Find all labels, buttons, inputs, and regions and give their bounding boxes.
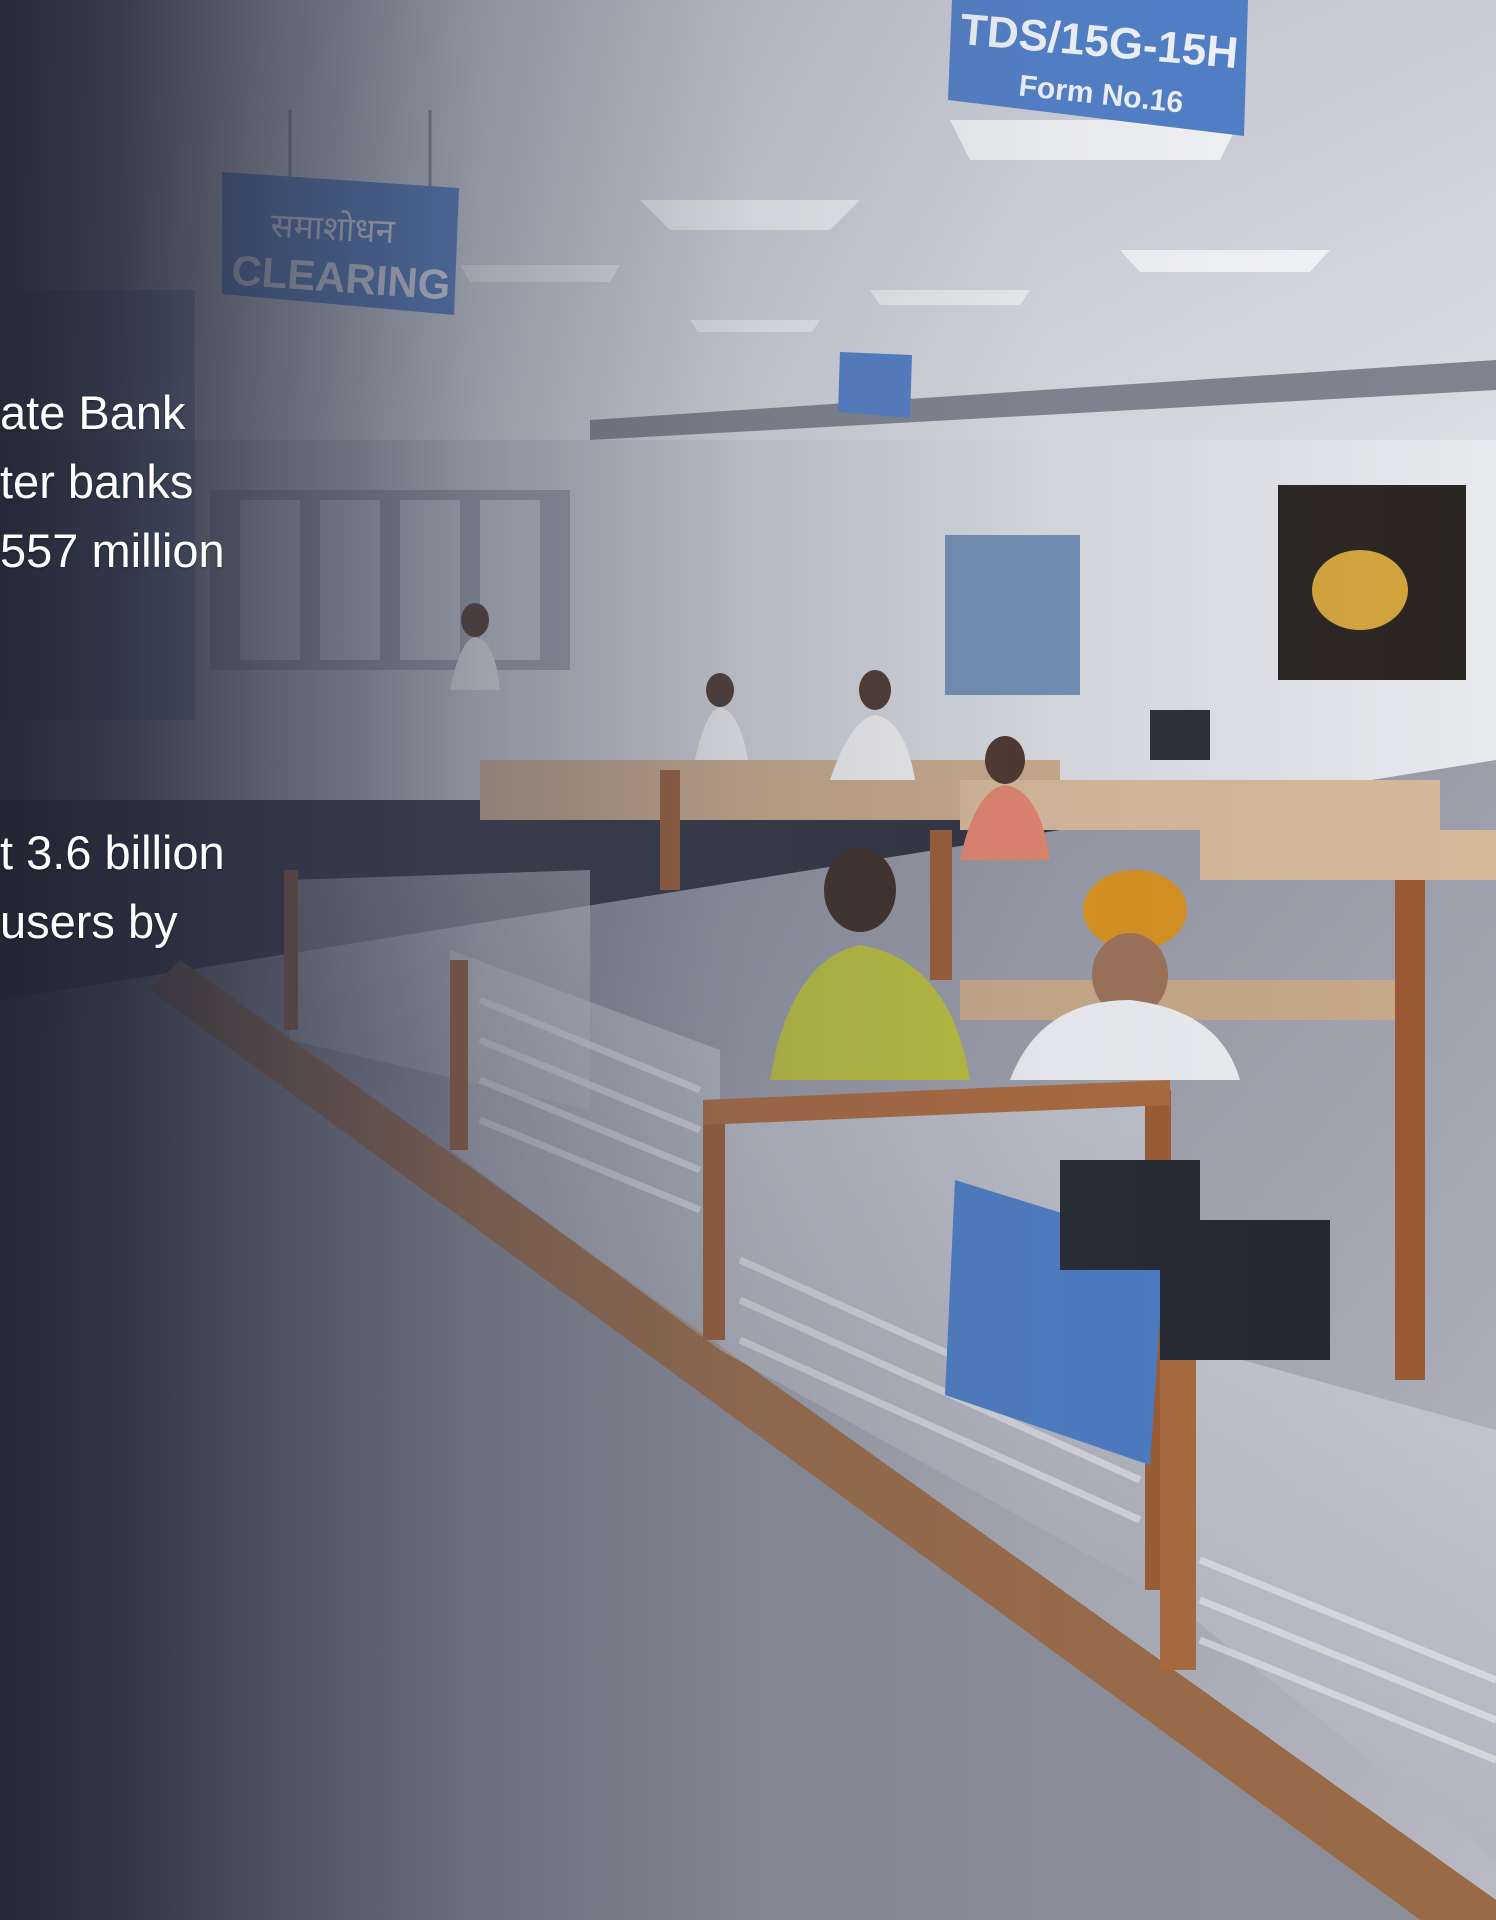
ceiling-light (460, 265, 620, 282)
ceiling-light (690, 320, 820, 332)
monitor (1160, 1220, 1330, 1360)
overlay-text-line: t 3.6 billion (0, 826, 225, 879)
overlay-text-line: users by (0, 895, 178, 948)
overlay-text-line: 557 million (0, 524, 225, 577)
ceiling-light (870, 290, 1030, 305)
ceiling-light (1120, 250, 1330, 272)
overlay-text-block-1: ate Bank ter banks 557 million (0, 378, 225, 585)
small-blue-sign (838, 352, 912, 418)
overlay-text-line: ter banks (0, 455, 194, 508)
ceiling-light (640, 200, 860, 230)
bank-interior-illustration: समाशोधन CLEARING TDS/15G-15H Form No.16 (0, 0, 1496, 1920)
bank-branch-photo: समाशोधन CLEARING TDS/15G-15H Form No.16 (0, 0, 1496, 1920)
blue-cabinet (945, 535, 1080, 695)
overlay-text-line: ate Bank (0, 386, 186, 439)
overlay-text-block-2: t 3.6 billion users by (0, 818, 225, 956)
svg-text:समाशोधन: समाशोधन (270, 206, 397, 252)
